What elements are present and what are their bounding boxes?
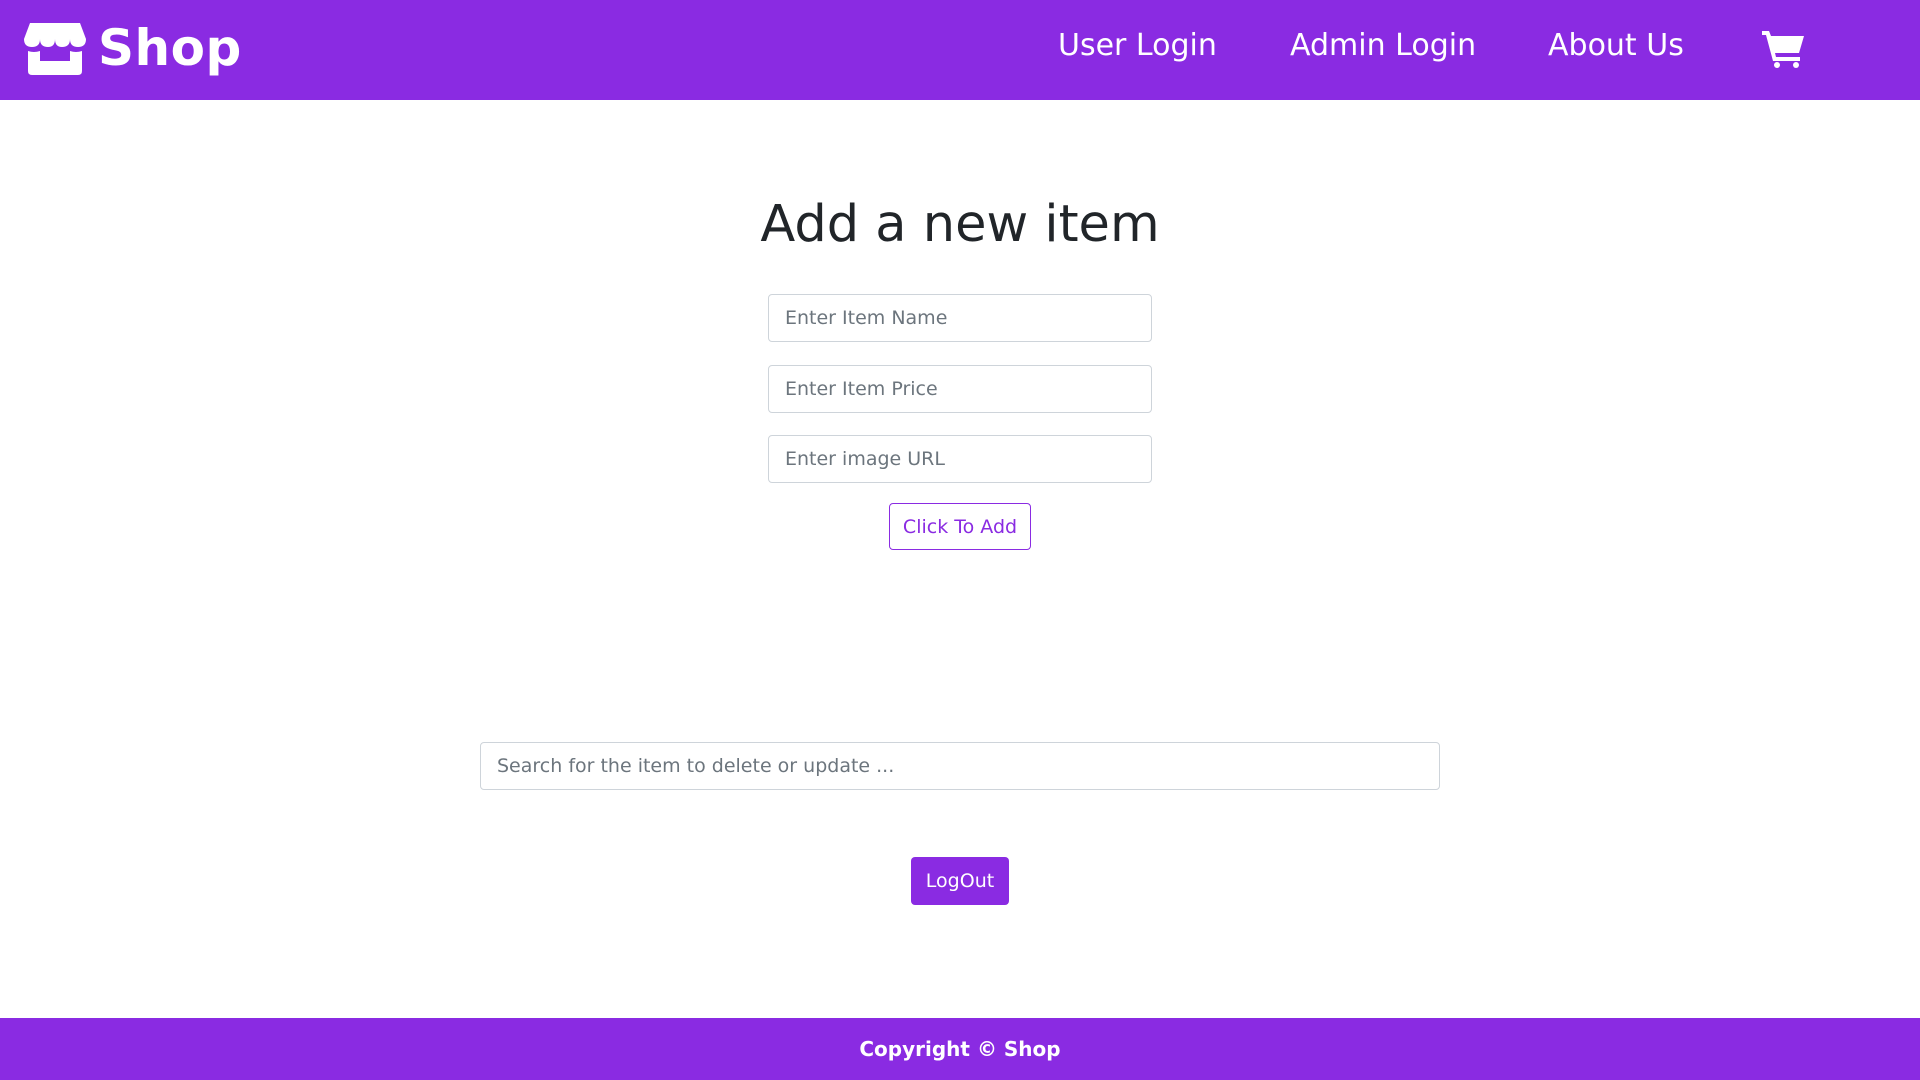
copyright-text: Copyright © Shop	[859, 1037, 1061, 1061]
nav-link-admin-login[interactable]: Admin Login	[1290, 28, 1476, 63]
nav-link-user-login[interactable]: User Login	[1058, 28, 1217, 63]
add-item-button[interactable]: Click To Add	[889, 503, 1031, 550]
logout-button[interactable]: LogOut	[911, 857, 1009, 905]
nav-link-about-us[interactable]: About Us	[1548, 28, 1684, 63]
page-title: Add a new item	[760, 195, 1160, 254]
search-input[interactable]	[480, 742, 1440, 790]
brand-link[interactable]: Shop	[24, 19, 242, 77]
item-name-input[interactable]	[768, 294, 1152, 342]
item-price-input[interactable]	[768, 365, 1152, 413]
store-icon	[24, 23, 86, 75]
navbar: Shop User Login Admin Login About Us	[0, 0, 1920, 100]
brand-name: Shop	[98, 19, 242, 77]
image-url-input[interactable]	[768, 435, 1152, 483]
footer: Copyright © Shop	[0, 1018, 1920, 1080]
shopping-cart-icon[interactable]	[1762, 28, 1806, 68]
